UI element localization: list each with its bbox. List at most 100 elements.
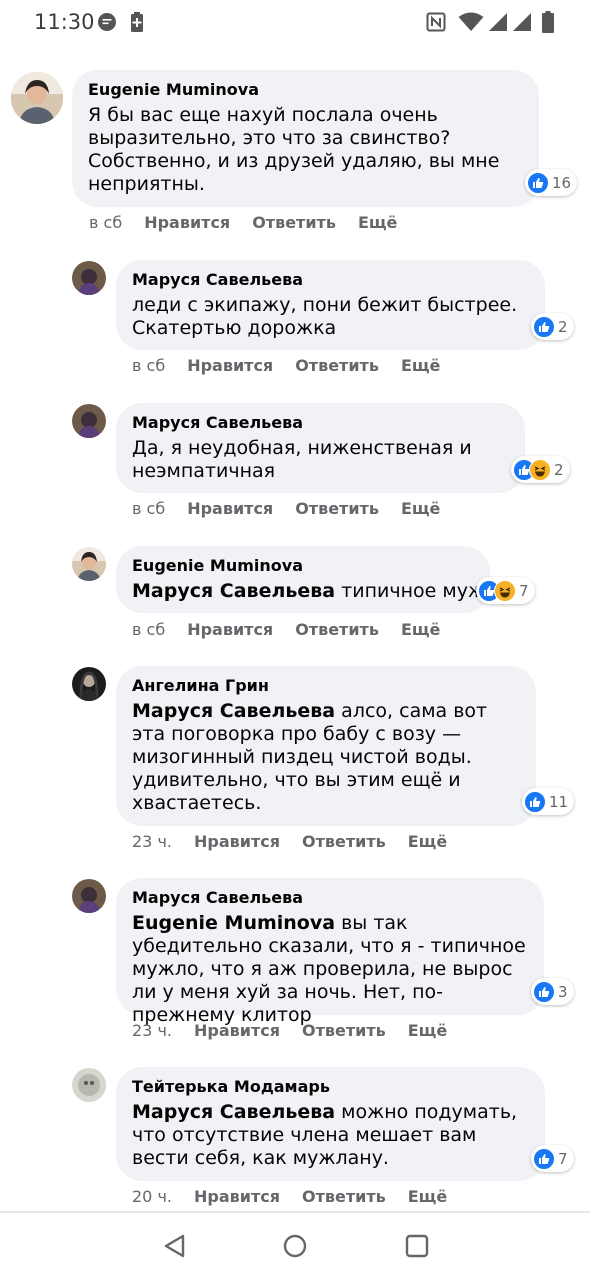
back-button[interactable] xyxy=(160,1231,190,1261)
comment-time[interactable]: в сб xyxy=(89,213,122,232)
reply-button[interactable]: Ответить xyxy=(295,620,379,639)
comment-bubble[interactable]: Тейтерька Модамарь Маруся Савельева можн… xyxy=(116,1067,545,1181)
like-button[interactable]: Нравится xyxy=(144,213,230,232)
more-button[interactable]: Ещё xyxy=(401,499,440,518)
more-button[interactable]: Ещё xyxy=(358,213,397,232)
reply-button[interactable]: Ответить xyxy=(252,213,336,232)
recents-button[interactable] xyxy=(402,1231,432,1261)
user-photo xyxy=(72,879,106,913)
comment-actions: в сб Нравится Ответить Ещё xyxy=(89,213,397,232)
reply-button[interactable]: Ответить xyxy=(302,832,386,851)
like-button[interactable]: Нравится xyxy=(194,1021,280,1040)
reaction-summary[interactable]: 3 xyxy=(531,978,574,1005)
reaction-summary[interactable]: 2 xyxy=(531,313,574,340)
user-photo xyxy=(72,404,106,438)
comment-bubble[interactable]: Eugenie Muminova Маруся Савельева типичн… xyxy=(116,546,515,613)
home-button[interactable] xyxy=(280,1231,310,1261)
comment-text: Маруся Савельева можно подумать, что отс… xyxy=(132,1101,518,1169)
comment-bubble[interactable]: Eugenie Muminova Я бы вас еще нахуй посл… xyxy=(72,70,539,207)
avatar[interactable] xyxy=(11,72,63,124)
more-button[interactable]: Ещё xyxy=(408,1021,447,1040)
battery-saver-icon xyxy=(131,12,143,32)
comment-time[interactable]: в сб xyxy=(132,499,165,518)
battery-icon xyxy=(542,11,554,33)
reaction-summary[interactable]: 7 xyxy=(476,577,535,604)
reaction-summary[interactable]: 16 xyxy=(525,169,578,196)
user-photo xyxy=(72,261,106,295)
more-button[interactable]: Ещё xyxy=(401,356,440,375)
reaction-count: 2 xyxy=(558,317,568,336)
comment-author[interactable]: Ангелина Грин xyxy=(132,676,520,696)
message-icon xyxy=(98,13,116,31)
comment-mention[interactable]: Eugenie Muminova xyxy=(132,912,335,934)
reply-button[interactable]: Ответить xyxy=(302,1187,386,1206)
comment-author[interactable]: Маруся Савельева xyxy=(132,413,509,433)
comment-actions: 23 ч. Нравится Ответить Ещё xyxy=(132,1021,447,1040)
comment-bubble[interactable]: Маруся Савельева Да, я неудобная, ниженс… xyxy=(116,403,525,493)
comment-author[interactable]: Тейтерька Модамарь xyxy=(132,1077,529,1097)
comment-mention[interactable]: Маруся Савельева xyxy=(132,580,335,602)
nfc-icon xyxy=(426,12,446,32)
user-photo xyxy=(11,72,63,124)
user-photo xyxy=(72,667,106,701)
haha-reaction-icon xyxy=(529,458,551,481)
comment-actions: в сб Нравится Ответить Ещё xyxy=(132,356,440,375)
reply-button[interactable]: Ответить xyxy=(302,1021,386,1040)
back-icon xyxy=(164,1234,185,1258)
reaction-summary[interactable]: 2 xyxy=(511,456,570,483)
comment-text: леди с экипажу, пони бежит быстрее. Скат… xyxy=(132,294,518,339)
comment-bubble[interactable]: Маруся Савельева леди с экипажу, пони бе… xyxy=(116,260,545,350)
like-reaction-icon xyxy=(527,171,549,194)
comment-bubble[interactable]: Маруся Савельева Eugenie Muminova вы так… xyxy=(116,878,544,1026)
more-button[interactable]: Ещё xyxy=(408,1187,447,1206)
comment-time[interactable]: 23 ч. xyxy=(132,832,172,851)
comment-author[interactable]: Маруся Савельева xyxy=(132,270,529,290)
comment-actions: 20 ч. Нравится Ответить Ещё xyxy=(132,1187,447,1206)
avatar[interactable] xyxy=(72,667,106,701)
comment-mention[interactable]: Маруся Савельева xyxy=(132,1101,335,1123)
signal-icon xyxy=(489,13,507,31)
comment-text: Я бы вас еще нахуй послала очень выразит… xyxy=(88,104,500,195)
comment-actions: в сб Нравится Ответить Ещё xyxy=(132,620,440,639)
reaction-count: 2 xyxy=(554,460,564,479)
comment-time[interactable]: 20 ч. xyxy=(132,1187,172,1206)
reaction-count: 16 xyxy=(552,173,572,192)
comment-mention[interactable]: Маруся Савельева xyxy=(132,700,335,722)
comment-author[interactable]: Маруся Савельева xyxy=(132,888,528,908)
like-reaction-icon xyxy=(533,1147,555,1170)
comment-author[interactable]: Eugenie Muminova xyxy=(132,556,474,576)
recents-icon xyxy=(405,1234,429,1258)
comment-text: Да, я неудобная, ниженственая и неэмпати… xyxy=(132,437,472,482)
avatar[interactable] xyxy=(72,879,106,913)
reaction-summary[interactable]: 7 xyxy=(531,1145,574,1172)
avatar[interactable] xyxy=(72,1068,106,1102)
like-button[interactable]: Нравится xyxy=(194,1187,280,1206)
signal-icon-2 xyxy=(513,13,531,31)
like-button[interactable]: Нравится xyxy=(194,832,280,851)
more-button[interactable]: Ещё xyxy=(408,832,447,851)
avatar[interactable] xyxy=(72,261,106,295)
reply-button[interactable]: Ответить xyxy=(295,356,379,375)
avatar[interactable] xyxy=(72,547,106,581)
comment-text: Маруся Савельева типичное мужло. xyxy=(132,580,515,602)
reaction-count: 7 xyxy=(519,581,529,600)
user-photo xyxy=(72,1068,106,1102)
comment-time[interactable]: в сб xyxy=(132,620,165,639)
reaction-summary[interactable]: 11 xyxy=(522,788,575,815)
home-icon xyxy=(283,1234,307,1258)
comment-author[interactable]: Eugenie Muminova xyxy=(88,80,523,100)
comment-bubble[interactable]: Ангелина Грин Маруся Савельева алсо, сам… xyxy=(116,666,536,826)
avatar[interactable] xyxy=(72,404,106,438)
like-button[interactable]: Нравится xyxy=(187,499,273,518)
like-button[interactable]: Нравится xyxy=(187,356,273,375)
like-button[interactable]: Нравится xyxy=(187,620,273,639)
like-reaction-icon xyxy=(533,315,555,338)
more-button[interactable]: Ещё xyxy=(401,620,440,639)
reply-button[interactable]: Ответить xyxy=(295,499,379,518)
comment-actions: в сб Нравится Ответить Ещё xyxy=(132,499,440,518)
comment-time[interactable]: в сб xyxy=(132,356,165,375)
comment-time[interactable]: 23 ч. xyxy=(132,1021,172,1040)
wifi-icon xyxy=(458,12,484,31)
comment-text: Маруся Савельева алсо, сама вот эта пого… xyxy=(132,700,488,814)
comment-actions: 23 ч. Нравится Ответить Ещё xyxy=(132,832,447,851)
